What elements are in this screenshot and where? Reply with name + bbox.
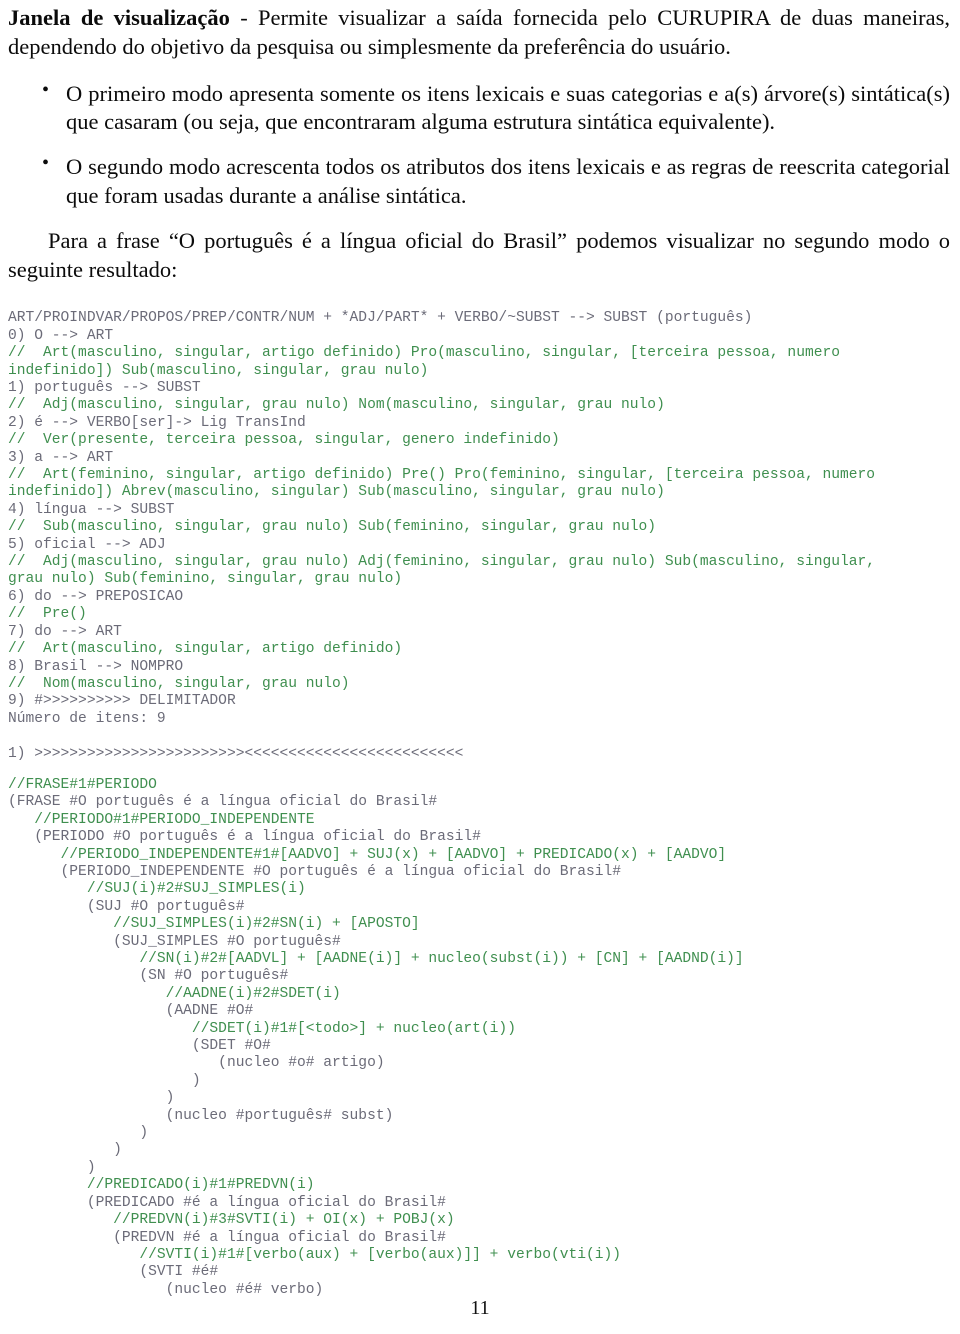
code-line: 7) do --> ART (8, 623, 122, 640)
list-item: O segundo modo acrescenta todos os atrib… (8, 151, 950, 211)
tree-line: (SUJ #O português# (8, 898, 245, 915)
tree-line: (PREDVN #é a língua oficial do Brasil# (8, 1229, 446, 1246)
list-item-text: O segundo modo acrescenta todos os atrib… (66, 154, 950, 208)
tree-line: (PERIODO_INDEPENDENTE #O português é a l… (8, 863, 622, 880)
code-line: 4) língua --> SUBST (8, 501, 175, 518)
intro-term: Janela de visualização (8, 5, 230, 30)
tree-line: //PREDICADO(i)#1#PREDVN(i) (8, 1177, 315, 1194)
tree-line: (PREDICADO #é a língua oficial do Brasil… (8, 1194, 446, 1211)
tree-line: ) (8, 1125, 149, 1142)
syntax-tree-block: //FRASE#1#PERIODO (FRASE #O português é a… (8, 777, 950, 1299)
code-line: 1) >>>>>>>>>>>>>>>>>>>>>>>><<<<<<<<<<<<<… (8, 745, 464, 762)
tree-line: //SUJ(i)#2#SUJ_SIMPLES(i) (8, 881, 306, 898)
tree-line: //FRASE#1#PERIODO (8, 776, 157, 793)
tree-line: //SVTI(i)#1#[verbo(aux) + [verbo(aux)]] … (8, 1246, 622, 1263)
code-line: ART/PROINDVAR/PROPOS/PREP/CONTR/NUM + *A… (8, 310, 753, 327)
tree-line: (AADNE #O# (8, 1003, 254, 1020)
tree-line: //AADNE(i)#2#SDET(i) (8, 985, 341, 1002)
code-line: grau nulo) Sub(feminino, singular, grau … (8, 571, 403, 588)
document-page: Janela de visualização - Permite visuali… (0, 0, 960, 1334)
code-line: // Adj(masculino, singular, grau nulo) N… (8, 397, 665, 414)
tree-line: //PREDVN(i)#3#SVTI(i) + OI(x) + POBJ(x) (8, 1212, 455, 1229)
bullet-list: O primeiro modo apresenta somente os ite… (8, 78, 950, 211)
list-item-text: O primeiro modo apresenta somente os ite… (66, 80, 950, 135)
tree-line: ) (8, 1159, 96, 1176)
code-line: // Art(masculino, singular, artigo defin… (8, 345, 840, 362)
example-sentence-paragraph: Para a frase “O português é a língua ofi… (8, 227, 950, 282)
tree-line: ) (8, 1072, 201, 1089)
tree-line: //SUJ_SIMPLES(i)#2#SN(i) + [APOSTO] (8, 916, 420, 933)
tree-line: (nucleo #o# artigo) (8, 1055, 385, 1072)
page-number: 11 (470, 1297, 490, 1319)
list-item: O primeiro modo apresenta somente os ite… (8, 78, 950, 138)
tree-line: (SVTI #é# (8, 1264, 219, 1281)
tree-line: (SN #O português# (8, 968, 289, 985)
tree-line: (PERIODO #O português é a língua oficial… (8, 829, 481, 846)
code-line: indefinido]) Sub(masculino, singular, gr… (8, 362, 429, 379)
tree-line: (nucleo #português# subst) (8, 1107, 394, 1124)
code-line: // Nom(masculino, singular, grau nulo) (8, 675, 350, 692)
intro-paragraph: Janela de visualização - Permite visuali… (8, 4, 950, 62)
code-line: 6) do --> PREPOSICAO (8, 588, 184, 605)
code-line: // Sub(masculino, singular, grau nulo) S… (8, 519, 657, 536)
code-line: Número de itens: 9 (8, 710, 166, 727)
code-line: 5) oficial --> ADJ (8, 536, 166, 553)
code-line: 9) #>>>>>>>>>> DELIMITADOR (8, 693, 236, 710)
tree-line: //PERIODO_INDEPENDENTE#1#[AADVO] + SUJ(x… (8, 846, 727, 863)
code-line: // Adj(masculino, singular, grau nulo) A… (8, 554, 876, 571)
code-line: 1) português --> SUBST (8, 380, 201, 396)
tree-line: (FRASE #O português é a língua oficial d… (8, 794, 438, 811)
tree-line: //SN(i)#2#[AADVL] + [AADNE(i)] + nucleo(… (8, 951, 744, 967)
code-line: // Pre() (8, 606, 87, 623)
tree-line: ) (8, 1142, 122, 1159)
code-line: // Art(feminino, singular, artigo defini… (8, 467, 876, 484)
tree-line: (SDET #O# (8, 1038, 271, 1055)
code-line: // Ver(presente, terceira pessoa, singul… (8, 432, 560, 449)
analysis-output-block: ART/PROINDVAR/PROPOS/PREP/CONTR/NUM + *A… (8, 310, 950, 763)
code-line: 8) Brasil --> NOMPRO (8, 658, 184, 675)
code-line: 2) é --> VERBO[ser]-> Lig TransInd (8, 414, 306, 431)
code-line: // Art(masculino, singular, artigo defin… (8, 641, 403, 658)
tree-line: ) (8, 1090, 175, 1107)
code-line: indefinido]) Abrev(masculino, singular) … (8, 484, 665, 501)
tree-line: (SUJ_SIMPLES #O português# (8, 933, 341, 950)
code-line: 3) a --> ART (8, 449, 114, 466)
tree-line: //SDET(i)#1#[<todo>] + nucleo(art(i)) (8, 1020, 516, 1037)
tree-line: //PERIODO#1#PERIODO_INDEPENDENTE (8, 811, 315, 828)
code-line: 0) O --> ART (8, 327, 114, 344)
